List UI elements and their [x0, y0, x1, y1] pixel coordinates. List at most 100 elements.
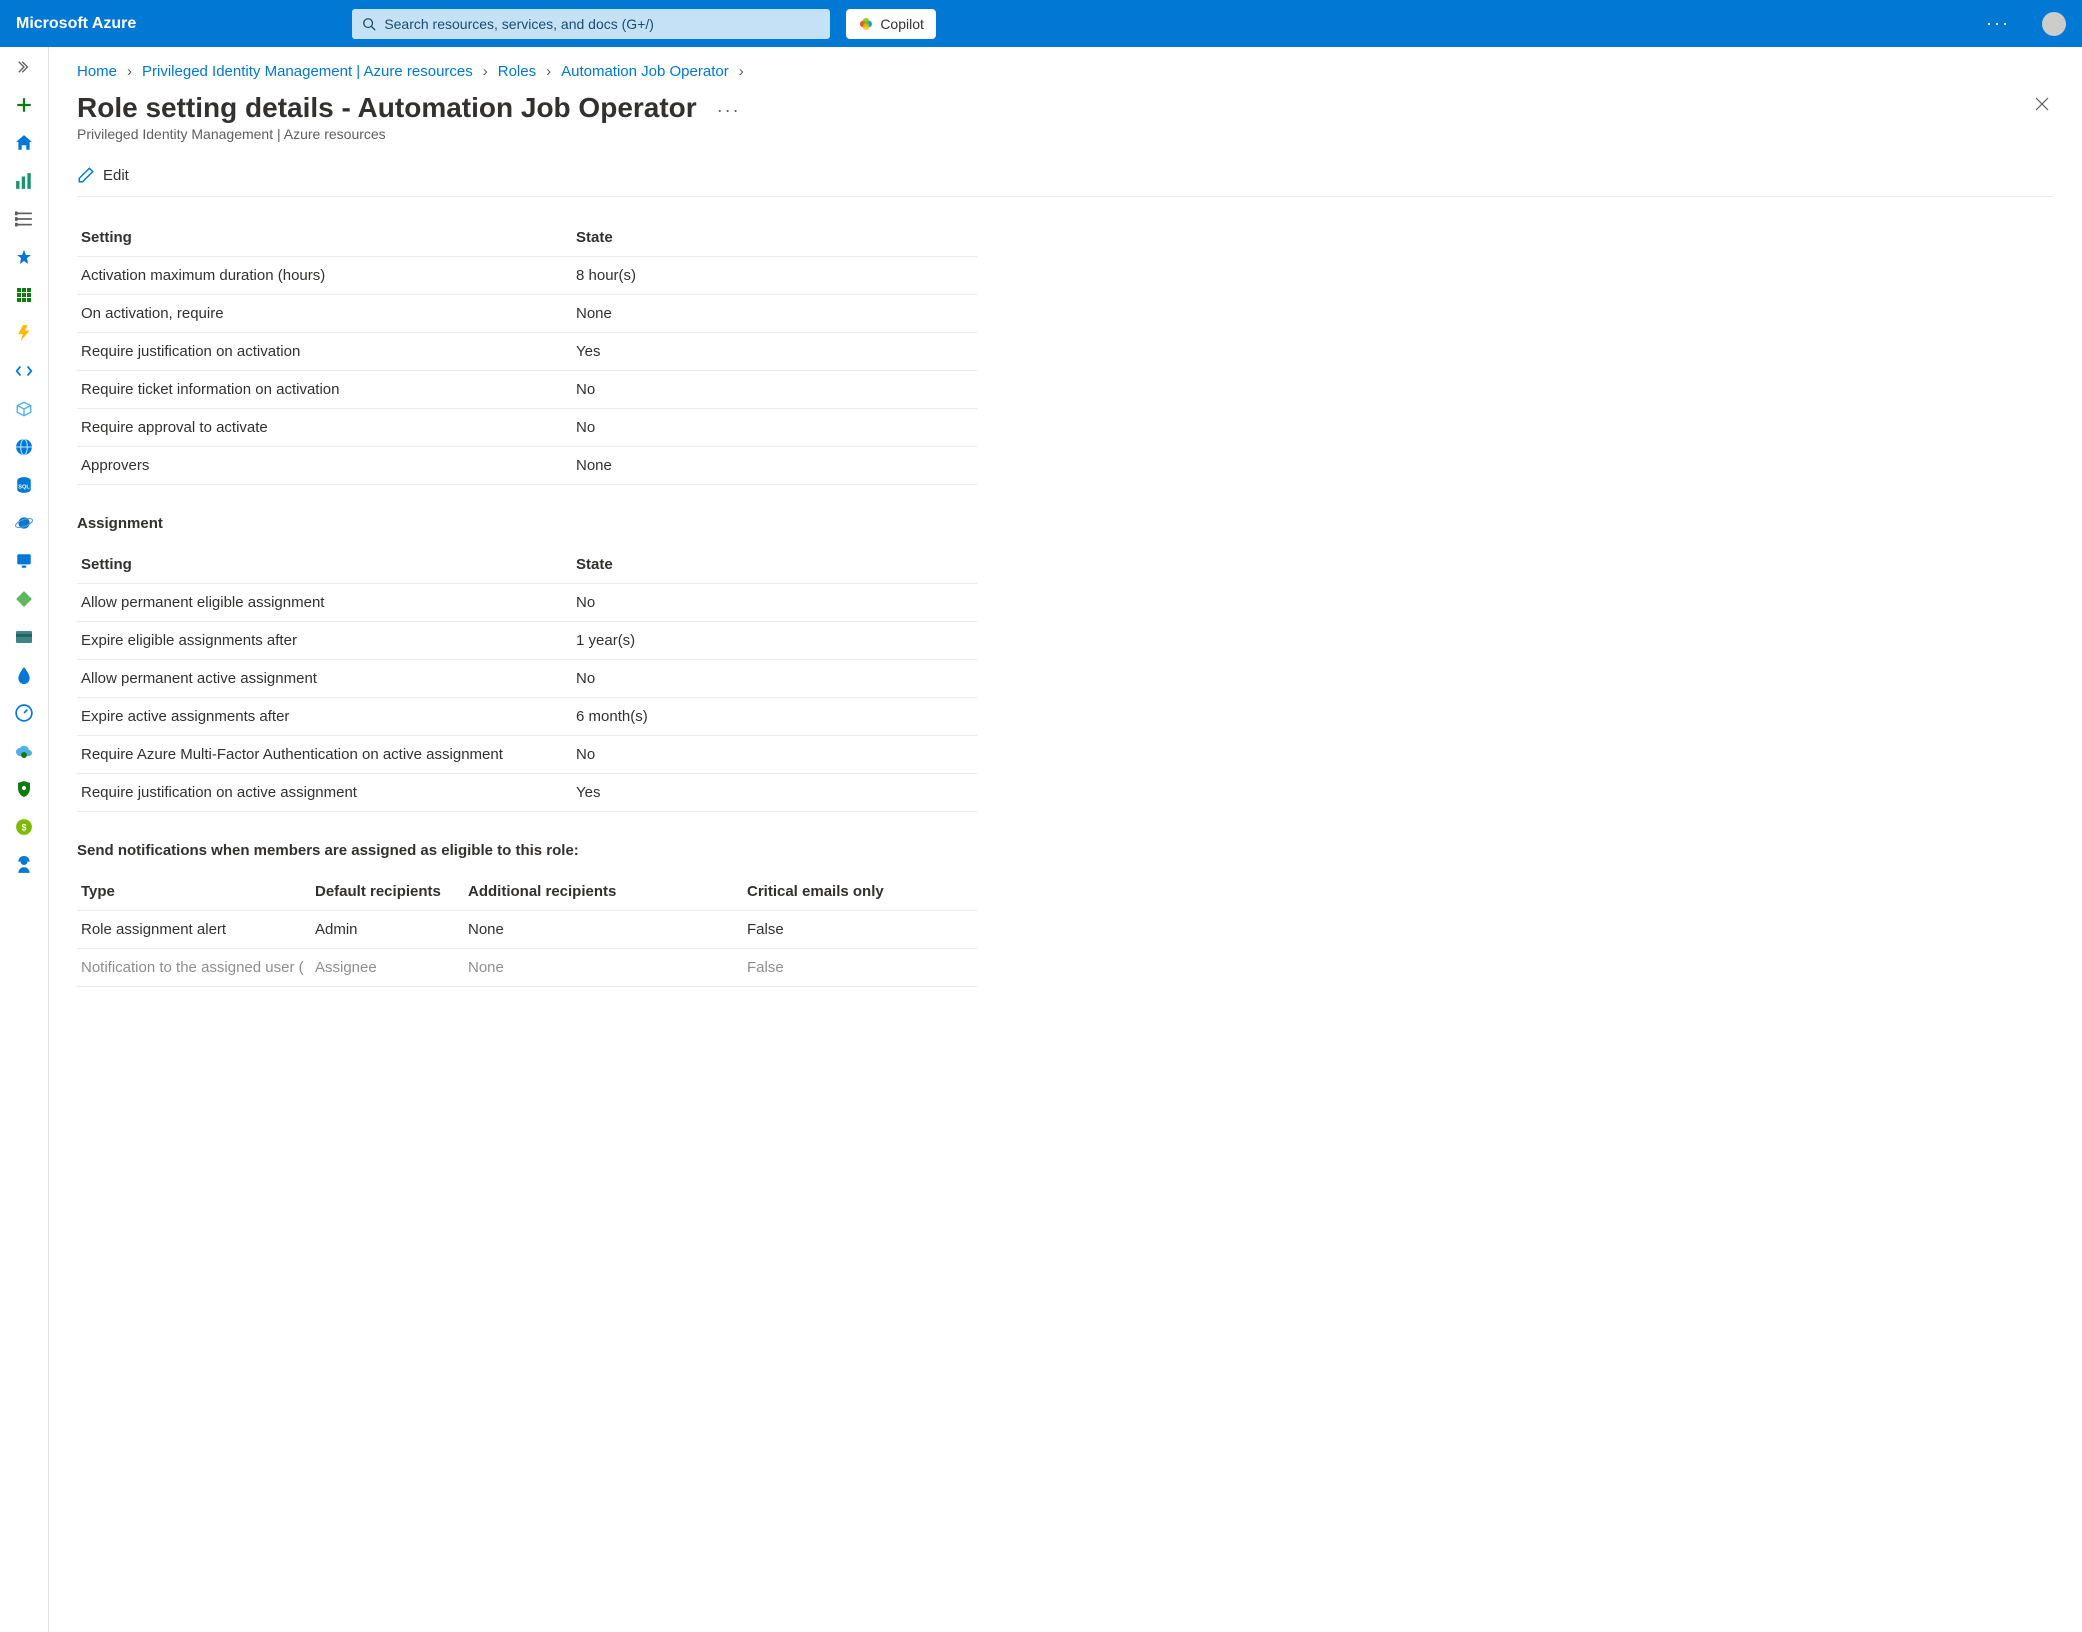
notifications-table: Type Default recipients Additional recip…	[77, 873, 977, 987]
table-row: On activation, requireNone	[77, 295, 977, 333]
assignment-heading: Assignment	[77, 515, 2054, 532]
col-setting: Setting	[77, 219, 572, 257]
breadcrumb-pim[interactable]: Privileged Identity Management | Azure r…	[142, 63, 473, 80]
state-cell: 6 month(s)	[572, 698, 977, 736]
notifications-heading: Send notifications when members are assi…	[77, 842, 2054, 859]
table-row: ApproversNone	[77, 447, 977, 485]
copilot-button[interactable]: Copilot	[846, 9, 936, 39]
table-row: Require approval to activateNo	[77, 409, 977, 447]
all-services-icon[interactable]	[14, 209, 34, 229]
breadcrumb-home[interactable]: Home	[77, 63, 117, 80]
state-cell: Yes	[572, 774, 977, 812]
svg-text:SQL: SQL	[18, 484, 30, 490]
col-default-recipients: Default recipients	[311, 873, 464, 911]
type-cell: Notification to the assigned user (	[77, 949, 311, 987]
favorites-star-icon[interactable]	[14, 247, 34, 267]
table-row: Allow permanent eligible assignmentNo	[77, 584, 977, 622]
app-grid-icon[interactable]	[14, 285, 34, 305]
state-cell: No	[572, 660, 977, 698]
critical-cell: False	[743, 949, 977, 987]
table-row: Require justification on activationYes	[77, 333, 977, 371]
sql-icon[interactable]: SQL	[14, 475, 34, 495]
setting-cell: Activation maximum duration (hours)	[77, 257, 572, 295]
breadcrumb-role-name[interactable]: Automation Job Operator	[561, 63, 729, 80]
table-row: Require Azure Multi-Factor Authenticatio…	[77, 736, 977, 774]
rail-expand-icon[interactable]	[14, 57, 34, 77]
edit-icon	[77, 166, 95, 184]
additional-cell: None	[464, 949, 743, 987]
state-cell: No	[572, 584, 977, 622]
setting-cell: Require justification on active assignme…	[77, 774, 572, 812]
setting-cell: Expire eligible assignments after	[77, 622, 572, 660]
copilot-icon	[858, 16, 874, 32]
notification-rows: Role assignment alertAdminNoneFalseNotif…	[77, 911, 977, 987]
title-more-button[interactable]: ···	[717, 100, 741, 121]
state-cell: 1 year(s)	[572, 622, 977, 660]
close-icon	[2034, 96, 2050, 112]
cost-icon[interactable]: $	[14, 817, 34, 837]
chevron-right-icon: ›	[546, 63, 551, 80]
state-cell: No	[572, 409, 977, 447]
home-icon[interactable]	[14, 133, 34, 153]
cube-icon[interactable]	[14, 399, 34, 419]
setting-cell: Require Azure Multi-Factor Authenticatio…	[77, 736, 572, 774]
col-additional-recipients: Additional recipients	[464, 873, 743, 911]
state-cell: 8 hour(s)	[572, 257, 977, 295]
default-cell: Assignee	[311, 949, 464, 987]
setting-cell: On activation, require	[77, 295, 572, 333]
drop-icon[interactable]	[14, 665, 34, 685]
type-cell: Role assignment alert	[77, 911, 311, 949]
setting-cell: Allow permanent eligible assignment	[77, 584, 572, 622]
col-type: Type	[77, 873, 311, 911]
table-row: Expire eligible assignments after1 year(…	[77, 622, 977, 660]
col-state: State	[572, 546, 977, 584]
setting-cell: Allow permanent active assignment	[77, 660, 572, 698]
shield-icon[interactable]	[14, 779, 34, 799]
breadcrumb: Home › Privileged Identity Management | …	[77, 63, 2054, 80]
table-row: Require justification on active assignme…	[77, 774, 977, 812]
close-button[interactable]	[2030, 92, 2054, 121]
table-row: Allow permanent active assignmentNo	[77, 660, 977, 698]
global-search[interactable]	[352, 9, 830, 39]
globe-icon[interactable]	[14, 437, 34, 457]
table-row: Require ticket information on activation…	[77, 371, 977, 409]
table-row: Role assignment alertAdminNoneFalse	[77, 911, 977, 949]
top-more-button[interactable]: ···	[1978, 13, 2018, 34]
setting-cell: Require justification on activation	[77, 333, 572, 371]
state-cell: No	[572, 736, 977, 774]
left-rail: SQL $	[0, 47, 49, 1632]
brand-label: Microsoft Azure	[16, 15, 136, 33]
chevron-right-icon: ›	[739, 63, 744, 80]
planet-icon[interactable]	[14, 513, 34, 533]
support-icon[interactable]	[14, 855, 34, 875]
critical-cell: False	[743, 911, 977, 949]
gauge-icon[interactable]	[14, 703, 34, 723]
code-icon[interactable]	[14, 361, 34, 381]
setting-cell: Require approval to activate	[77, 409, 572, 447]
breadcrumb-roles[interactable]: Roles	[498, 63, 536, 80]
dashboard-icon[interactable]	[14, 171, 34, 191]
main-content: Home › Privileged Identity Management | …	[49, 47, 2082, 1632]
state-cell: None	[572, 447, 977, 485]
chevron-right-icon: ›	[483, 63, 488, 80]
activation-rows: Activation maximum duration (hours)8 hou…	[77, 257, 977, 485]
page-subtitle: Privileged Identity Management | Azure r…	[77, 126, 2054, 142]
functions-icon[interactable]	[14, 323, 34, 343]
activation-settings-table: Setting State Activation maximum duratio…	[77, 219, 977, 485]
assignment-settings-table: Setting State Allow permanent eligible a…	[77, 546, 977, 812]
svg-text:$: $	[21, 822, 26, 832]
monitor-icon[interactable]	[14, 551, 34, 571]
edit-button[interactable]: Edit	[77, 166, 129, 184]
state-cell: None	[572, 295, 977, 333]
table-row: Notification to the assigned user (Assig…	[77, 949, 977, 987]
create-resource-icon[interactable]	[14, 95, 34, 115]
col-state: State	[572, 219, 977, 257]
search-input[interactable]	[384, 16, 820, 32]
cloud-icon[interactable]	[14, 741, 34, 761]
diamond-icon[interactable]	[14, 589, 34, 609]
col-critical-only: Critical emails only	[743, 873, 977, 911]
setting-cell: Expire active assignments after	[77, 698, 572, 736]
user-avatar[interactable]	[2042, 12, 2066, 36]
search-icon	[362, 17, 376, 31]
card-icon[interactable]	[14, 627, 34, 647]
